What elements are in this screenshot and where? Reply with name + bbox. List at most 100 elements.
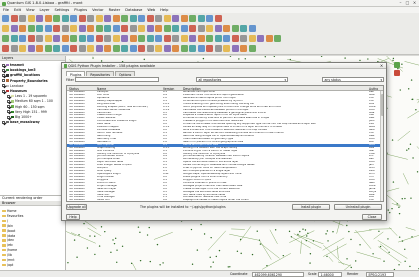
- layer-item[interactable]: bookings_km5: [2, 68, 36, 72]
- toolbar-tool-icon[interactable]: [19, 25, 26, 32]
- toolbar-tool-icon[interactable]: [61, 35, 69, 42]
- toolbar-tool-icon[interactable]: [44, 15, 52, 22]
- browser-item[interactable]: /boot: [2, 229, 15, 233]
- toolbar-tool-icon[interactable]: [53, 45, 60, 52]
- toolbar-tool-icon[interactable]: [121, 15, 128, 22]
- toolbar-tool-icon[interactable]: [138, 45, 145, 52]
- col-name[interactable]: Name: [97, 87, 106, 91]
- close-window-button[interactable]: ×: [412, 0, 417, 6]
- toolbar-tool-icon[interactable]: [2, 15, 9, 22]
- browser-item[interactable]: /bin: [2, 224, 13, 228]
- tab-options[interactable]: Options: [115, 71, 136, 77]
- toolbar-tool-icon[interactable]: [104, 45, 111, 52]
- toolbar-tool-icon[interactable]: [87, 25, 94, 32]
- toolbar-tool-icon[interactable]: [121, 25, 128, 32]
- toolbar-tool-icon[interactable]: [172, 25, 179, 32]
- toolbar-tool-icon[interactable]: [78, 25, 86, 32]
- toolbar-tool-icon[interactable]: [180, 35, 188, 42]
- install-plugin-button[interactable]: Install plugin: [292, 204, 330, 210]
- toolbar-tool-icon[interactable]: [146, 45, 154, 52]
- toolbar-tool-icon[interactable]: [53, 35, 60, 42]
- toolbar-tool-icon[interactable]: [10, 45, 18, 52]
- layer-item[interactable]: Very High 151 - 999: [7, 110, 47, 114]
- browser-item[interactable]: /dev: [2, 238, 14, 242]
- browser-item[interactable]: Home: [2, 209, 16, 213]
- browser-item[interactable]: /etc: [2, 243, 13, 247]
- toolbar-tool-icon[interactable]: [95, 45, 103, 52]
- toolbar-tool-icon[interactable]: [206, 45, 213, 52]
- status-select[interactable]: any status: [322, 77, 384, 82]
- menu-vector[interactable]: Vector: [92, 8, 103, 12]
- menu-view[interactable]: View: [26, 8, 35, 12]
- toolbar-tool-icon[interactable]: [163, 45, 171, 52]
- toolbar-tool-icon[interactable]: [78, 15, 86, 22]
- browser-item[interactable]: /opt: [2, 263, 13, 267]
- menu-settings[interactable]: Settings: [55, 8, 70, 12]
- layer-visibility-checkbox[interactable]: [2, 120, 5, 124]
- toolbar-tool-icon[interactable]: [61, 25, 69, 32]
- toolbar-tool-icon[interactable]: [257, 35, 264, 42]
- toolbar-tool-icon[interactable]: [129, 25, 137, 32]
- menu-file[interactable]: File: [3, 8, 9, 12]
- col-status[interactable]: Status: [69, 87, 79, 91]
- minimize-button[interactable]: –: [398, 0, 403, 6]
- close-button[interactable]: Close: [362, 214, 382, 220]
- toolbar-tool-icon[interactable]: [87, 35, 94, 42]
- toolbar-tool-icon[interactable]: [163, 25, 171, 32]
- uninstall-plugin-button[interactable]: Uninstall plugin: [334, 204, 382, 210]
- browser-item[interactable]: /home: [2, 248, 17, 252]
- toolbar-tool-icon[interactable]: [104, 25, 111, 32]
- toolbar-tool-icon[interactable]: [240, 45, 247, 52]
- toolbar-tool-icon[interactable]: [265, 35, 273, 42]
- toolbar-tool-icon[interactable]: [240, 25, 247, 32]
- toolbar-tool-icon[interactable]: [240, 35, 247, 42]
- menu-help[interactable]: Help: [160, 8, 168, 12]
- toolbar-tool-icon[interactable]: [27, 35, 35, 42]
- toolbar-tool-icon[interactable]: [274, 35, 281, 42]
- toolbar-tool-icon[interactable]: [206, 25, 213, 32]
- tab-repositories[interactable]: Repositories: [86, 71, 114, 77]
- layer-item[interactable]: Big 1000+: [7, 115, 32, 119]
- upgrade-all-button[interactable]: Upgrade all: [66, 204, 87, 210]
- menu-edit[interactable]: Edit: [14, 8, 21, 12]
- toolbar-tool-icon[interactable]: [197, 25, 205, 32]
- toolbar-tool-icon[interactable]: [129, 45, 137, 52]
- toolbar-tool-icon[interactable]: [53, 25, 60, 32]
- toolbar-tool-icon[interactable]: [44, 35, 52, 42]
- toolbar-tool-icon[interactable]: [70, 15, 77, 22]
- browser-item[interactable]: /data: [2, 234, 15, 238]
- toolbar-tool-icon[interactable]: [19, 35, 26, 42]
- tab-plugins[interactable]: Plugins: [66, 71, 86, 77]
- toolbar-tool-icon[interactable]: [87, 15, 94, 22]
- toolbar-tool-icon[interactable]: [231, 45, 239, 52]
- layer-item[interactable]: graffiti_locations: [2, 73, 40, 77]
- toolbar-tool-icon[interactable]: [36, 45, 43, 52]
- toolbar-tool-icon[interactable]: [231, 35, 239, 42]
- toolbar-tool-icon[interactable]: [95, 35, 103, 42]
- layer-visibility-checkbox[interactable]: [7, 105, 10, 109]
- toolbar-tool-icon[interactable]: [78, 35, 86, 42]
- toolbar-tool-icon[interactable]: [155, 15, 162, 22]
- toolbar-tool-icon[interactable]: [112, 15, 120, 22]
- toolbar-tool-icon[interactable]: [36, 15, 43, 22]
- toolbar-tool-icon[interactable]: [27, 25, 35, 32]
- toolbar-tool-icon[interactable]: [19, 45, 26, 52]
- toolbar-tool-icon[interactable]: [27, 15, 35, 22]
- dialog-close-button[interactable]: ×: [379, 63, 384, 69]
- layer-visibility-checkbox[interactable]: [2, 73, 5, 77]
- layer-visibility-checkbox[interactable]: [2, 89, 5, 93]
- toolbar-tool-icon[interactable]: [180, 25, 188, 32]
- toolbar-tool-icon[interactable]: [104, 35, 111, 42]
- toolbar-tool-icon[interactable]: [2, 25, 9, 32]
- layer-visibility-checkbox[interactable]: [2, 68, 5, 72]
- add-vector-icon[interactable]: [394, 62, 400, 68]
- toolbar-tool-icon[interactable]: [248, 35, 256, 42]
- toolbar-tool-icon[interactable]: [163, 15, 171, 22]
- menu-layer[interactable]: Layer: [40, 8, 50, 12]
- layer-item[interactable]: High 60 - 150 sqm: [7, 105, 44, 109]
- layer-item[interactable]: Property_Boundaries: [2, 79, 48, 83]
- table-row[interactable]: not installed Value Tool 0.8 Displays the v…: [67, 199, 383, 201]
- table-scrollbar[interactable]: [380, 90, 383, 201]
- coordinate-field[interactable]: 462099,6061290: [252, 272, 304, 277]
- toolbar-tool-icon[interactable]: [121, 45, 128, 52]
